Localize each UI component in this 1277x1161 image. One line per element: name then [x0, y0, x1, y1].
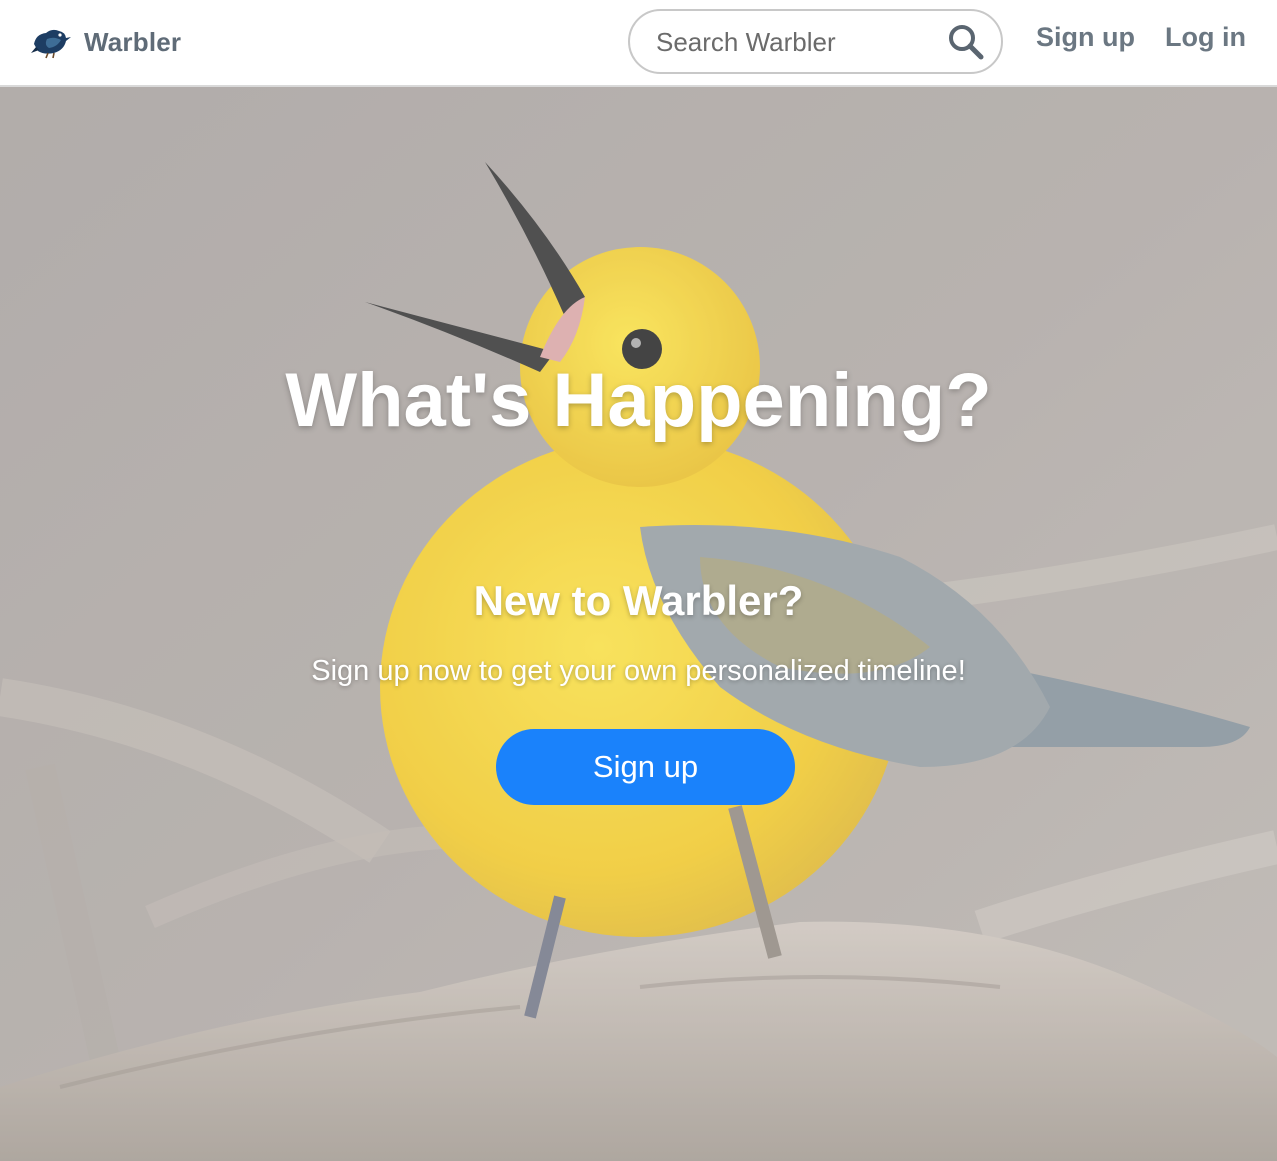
search-icon	[949, 25, 984, 60]
search-input[interactable]	[654, 19, 943, 66]
warbler-logo-icon	[31, 29, 71, 59]
nav-login-link[interactable]: Log in	[1165, 22, 1246, 53]
brand-name: Warbler	[84, 26, 182, 57]
hero-tagline: Sign up now to get your own personalized…	[311, 655, 966, 687]
search-form	[628, 9, 1003, 74]
nav-signup-link[interactable]: Sign up	[1036, 22, 1135, 53]
hero-section: What's Happening? New to Warbler? Sign u…	[0, 87, 1277, 1161]
hero-subtitle: New to Warbler?	[473, 577, 804, 624]
navbar: Warbler Sign up Log in	[0, 0, 1277, 87]
hero-title: What's Happening?	[285, 358, 992, 443]
brand-link[interactable]: Warbler	[30, 20, 181, 64]
hero-signup-button[interactable]: Sign up	[496, 729, 795, 805]
search-button[interactable]	[947, 23, 985, 61]
